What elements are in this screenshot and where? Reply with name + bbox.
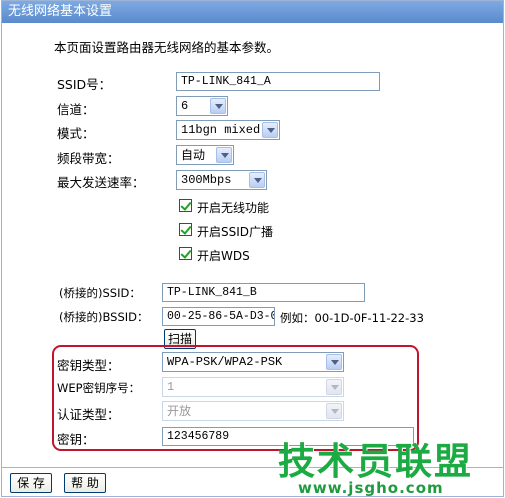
mode-select[interactable]: 11bgn mixed bbox=[176, 120, 280, 140]
wds-enable-label: 开启WDS bbox=[197, 249, 250, 263]
wds-enable-checkbox[interactable] bbox=[179, 247, 192, 260]
ssid-broadcast-label: 开启SSID广播 bbox=[197, 225, 274, 239]
page-description: 本页面设置路由器无线网络的基本参数。 bbox=[54, 40, 280, 55]
mode-label: 模式： bbox=[57, 126, 95, 141]
chevron-down-icon bbox=[326, 354, 342, 370]
max-rate-select[interactable]: 300Mbps bbox=[176, 170, 267, 190]
chevron-down-icon bbox=[262, 122, 278, 138]
chevron-down-icon bbox=[210, 98, 226, 114]
chevron-down-icon bbox=[249, 172, 265, 188]
key-type-value: WPA-PSK/WPA2-PSK bbox=[167, 355, 283, 369]
chevron-down-icon bbox=[326, 379, 342, 395]
bandwidth-select[interactable]: 自动 bbox=[176, 145, 234, 165]
channel-value: 6 bbox=[181, 99, 189, 113]
ssid-label: SSID号： bbox=[57, 77, 112, 92]
bridge-ssid-label: (桥接的)SSID： bbox=[59, 286, 141, 300]
mode-value: 11bgn mixed bbox=[181, 123, 261, 137]
watermark-url: www.jsgho.com bbox=[298, 479, 444, 497]
wireless-enable-label: 开启无线功能 bbox=[197, 201, 270, 215]
ssid-input[interactable]: TP-LINK_841_A bbox=[176, 72, 380, 91]
channel-label: 信道： bbox=[57, 102, 95, 117]
wep-index-select[interactable]: 1 bbox=[162, 377, 344, 397]
channel-select[interactable]: 6 bbox=[176, 96, 228, 116]
bssid-example: 例如：00-1D-0F-11-22-33 bbox=[280, 311, 424, 325]
key-label: 密钥： bbox=[57, 432, 95, 447]
watermark-logo: 技术员联盟 bbox=[278, 440, 473, 483]
bandwidth-value: 自动 bbox=[181, 148, 206, 162]
auth-type-value: 开放 bbox=[167, 404, 192, 418]
bridge-ssid-input[interactable]: TP-LINK_841_B bbox=[162, 283, 365, 302]
wep-index-value: 1 bbox=[167, 380, 175, 394]
ssid-broadcast-checkbox[interactable] bbox=[179, 223, 192, 236]
bridge-bssid-label: (桥接的)BSSID： bbox=[59, 310, 149, 324]
chevron-down-icon bbox=[326, 403, 342, 419]
auth-type-select[interactable]: 开放 bbox=[162, 401, 344, 421]
wireless-enable-checkbox[interactable] bbox=[179, 199, 192, 212]
key-type-label: 密钥类型： bbox=[57, 358, 120, 373]
page-title: 无线网络基本设置 bbox=[2, 1, 503, 23]
chevron-down-icon bbox=[216, 147, 232, 163]
key-type-select[interactable]: WPA-PSK/WPA2-PSK bbox=[162, 352, 344, 372]
bandwidth-label: 频段带宽： bbox=[57, 151, 120, 166]
wireless-settings-panel: 无线网络基本设置 本页面设置路由器无线网络的基本参数。 SSID号： TP-LI… bbox=[1, 0, 504, 497]
auth-type-label: 认证类型： bbox=[57, 407, 120, 422]
help-button[interactable]: 帮 助 bbox=[64, 473, 106, 493]
max-rate-value: 300Mbps bbox=[181, 173, 232, 187]
save-button[interactable]: 保 存 bbox=[10, 473, 52, 493]
wep-index-label: WEP密钥序号： bbox=[57, 381, 141, 395]
max-rate-label: 最大发送速率： bbox=[57, 175, 145, 190]
bridge-bssid-input[interactable]: 00-25-86-5A-D3-06 bbox=[162, 307, 275, 326]
